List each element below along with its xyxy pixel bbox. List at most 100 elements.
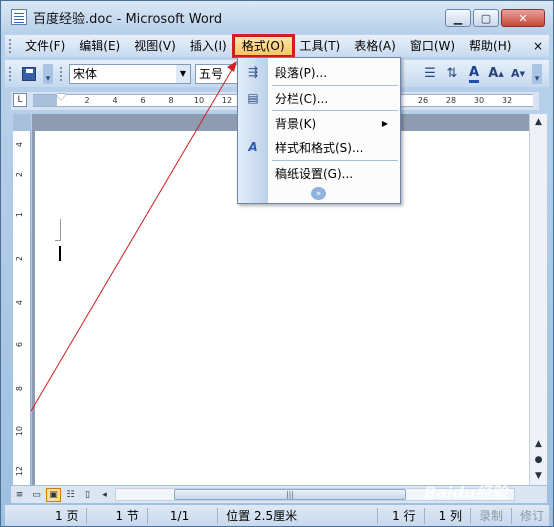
submenu-arrow-icon: ▶ xyxy=(381,118,388,128)
format-menu-dropdown: ⇶ 段落(P)... ▤ 分栏(C)... 背景(K) ▶ A 样式和格式(S)… xyxy=(237,57,401,204)
menu-table[interactable]: 表格(A) xyxy=(347,36,403,56)
reading-layout-view-button[interactable]: ▯ xyxy=(80,488,95,502)
ruler-tick: 4 xyxy=(112,96,118,105)
scroll-left-button[interactable]: ◂ xyxy=(97,488,112,502)
vruler-tick: 12 xyxy=(15,466,24,477)
vruler-tick: 2 xyxy=(15,172,24,178)
ruler-tick: 32 xyxy=(501,96,513,105)
save-icon xyxy=(22,66,36,81)
word-doc-icon[interactable] xyxy=(11,9,27,25)
indent-marker[interactable] xyxy=(56,94,66,100)
menu-window[interactable]: 窗口(W) xyxy=(403,36,462,56)
toolbar-grip[interactable] xyxy=(9,66,12,81)
menu-item-background[interactable]: 背景(K) ▶ xyxy=(238,111,400,135)
select-browse-object-button[interactable]: ● xyxy=(530,452,547,468)
vruler-tick: 8 xyxy=(15,386,24,392)
menu-item-columns[interactable]: ▤ 分栏(C)... xyxy=(238,86,400,110)
ruler-tick: 26 xyxy=(417,96,429,105)
vertical-ruler[interactable]: 4 2 1 2 4 6 8 10 12 xyxy=(13,114,31,485)
menu-edit[interactable]: 编辑(E) xyxy=(72,36,127,56)
outline-view-button[interactable]: ☷ xyxy=(63,488,78,502)
word-window: 百度经验.doc - Microsoft Word ▁ ▢ ✕ 文件(F) 编辑… xyxy=(0,0,554,527)
status-bar: 1 页 1 节 1/1 位置 2.5厘米 1 行 1 列 录制 修订 扩 xyxy=(5,505,554,526)
grow-font-icon: A xyxy=(488,66,499,81)
line-spacing-button[interactable]: ⇅ xyxy=(442,64,462,84)
maximize-button[interactable]: ▢ xyxy=(473,9,499,27)
menu-item-styles[interactable]: A 样式和格式(S)... xyxy=(238,135,400,159)
font-name-select[interactable]: 宋体 ▼ xyxy=(69,63,191,84)
toolbar-options-button-2[interactable]: ▾ xyxy=(532,63,542,84)
ruler-tick: 6 xyxy=(140,96,146,105)
chevron-down-icon[interactable]: ▼ xyxy=(176,64,190,83)
menu-insert[interactable]: 插入(I) xyxy=(183,36,234,56)
align-justify-button[interactable]: ☰ xyxy=(420,64,440,84)
menu-file[interactable]: 文件(F) xyxy=(18,36,72,56)
font-name-value: 宋体 xyxy=(73,67,98,81)
save-button[interactable] xyxy=(19,64,39,84)
menu-tools[interactable]: 工具(T) xyxy=(293,36,348,56)
vruler-tick: 6 xyxy=(15,342,24,348)
vruler-tick: 10 xyxy=(15,426,24,437)
menu-item-label: 样式和格式(S)... xyxy=(275,140,364,155)
ruler-tick: 8 xyxy=(168,96,174,105)
print-layout-view-button[interactable]: ▣ xyxy=(46,487,61,502)
margin-corner-mark xyxy=(55,219,61,241)
status-page: 1 页 xyxy=(5,507,88,524)
menu-item-manuscript[interactable]: 稿纸设置(G)... xyxy=(238,161,400,185)
web-layout-view-button[interactable]: ▭ xyxy=(29,488,44,502)
toolbar-options-button[interactable]: ▾ xyxy=(43,63,53,84)
menu-item-paragraph[interactable]: ⇶ 段落(P)... xyxy=(238,60,400,84)
ruler-tick: 28 xyxy=(445,96,457,105)
font-color-button[interactable]: A xyxy=(464,64,484,84)
ruler-tick: 30 xyxy=(473,96,485,105)
menu-view[interactable]: 视图(V) xyxy=(127,36,183,56)
menubar-grip[interactable] xyxy=(9,39,12,53)
columns-icon: ▤ xyxy=(247,91,259,105)
menu-item-label: 背景(K) xyxy=(275,116,317,131)
minimize-button[interactable]: ▁ xyxy=(445,9,471,27)
tab-selector[interactable]: L xyxy=(13,93,27,107)
status-page-of: 1/1 xyxy=(148,507,219,524)
expand-menu-button[interactable]: » xyxy=(311,187,326,200)
vruler-tick: 4 xyxy=(15,300,24,306)
normal-view-button[interactable]: ≡ xyxy=(12,488,27,502)
document-close-button[interactable]: × xyxy=(533,39,543,53)
horizontal-scroll-thumb[interactable]: ||| xyxy=(174,489,406,500)
ruler-tick: 12 xyxy=(221,96,233,105)
menu-bar: 文件(F) 编辑(E) 视图(V) 插入(I) 格式(O) 工具(T) 表格(A… xyxy=(5,34,549,58)
previous-page-button[interactable]: ▲ xyxy=(530,436,547,452)
title-bar: 百度经验.doc - Microsoft Word ▁ ▢ ✕ xyxy=(1,1,553,33)
status-section: 1 节 xyxy=(87,507,148,524)
shrink-font-button[interactable]: A ▼ xyxy=(508,64,528,84)
font-size-select[interactable]: 五号 xyxy=(195,63,239,84)
menu-help[interactable]: 帮助(H) xyxy=(462,36,518,56)
menu-item-label: 稿纸设置(G)... xyxy=(275,166,354,181)
scroll-up-button[interactable]: ▲ xyxy=(530,114,547,130)
vruler-top-margin xyxy=(13,114,31,131)
text-caret xyxy=(59,246,61,261)
grow-font-button[interactable]: A ▲ xyxy=(486,64,506,84)
status-track-changes[interactable]: 修订 xyxy=(512,507,554,524)
paragraph-icon: ⇶ xyxy=(247,65,259,79)
window-title: 百度经验.doc - Microsoft Word xyxy=(33,11,223,27)
font-size-value: 五号 xyxy=(199,67,224,81)
menu-format[interactable]: 格式(O) xyxy=(231,34,295,58)
toolbar-grip-2[interactable] xyxy=(60,66,63,81)
vertical-scrollbar[interactable]: ▲ ▲ ● ▼ xyxy=(529,114,547,485)
menu-item-label: 段落(P)... xyxy=(275,65,328,80)
close-button[interactable]: ✕ xyxy=(501,9,545,27)
next-page-button[interactable]: ▼ xyxy=(530,468,547,484)
vruler-tick: 2 xyxy=(15,256,24,262)
status-line: 1 行 xyxy=(378,507,425,524)
status-position: 位置 2.5厘米 xyxy=(218,507,379,524)
menu-item-label: 分栏(C)... xyxy=(275,91,329,106)
status-column: 1 列 xyxy=(425,507,472,524)
vruler-tick: 4 xyxy=(15,142,24,148)
ruler-left-margin xyxy=(33,95,57,106)
ruler-tick: 10 xyxy=(193,96,205,105)
ruler-tick: 2 xyxy=(84,96,90,105)
styles-icon: A xyxy=(248,140,258,154)
window-controls: ▁ ▢ ✕ xyxy=(445,9,545,27)
status-record[interactable]: 录制 xyxy=(471,507,513,524)
font-color-icon: A xyxy=(468,65,480,83)
